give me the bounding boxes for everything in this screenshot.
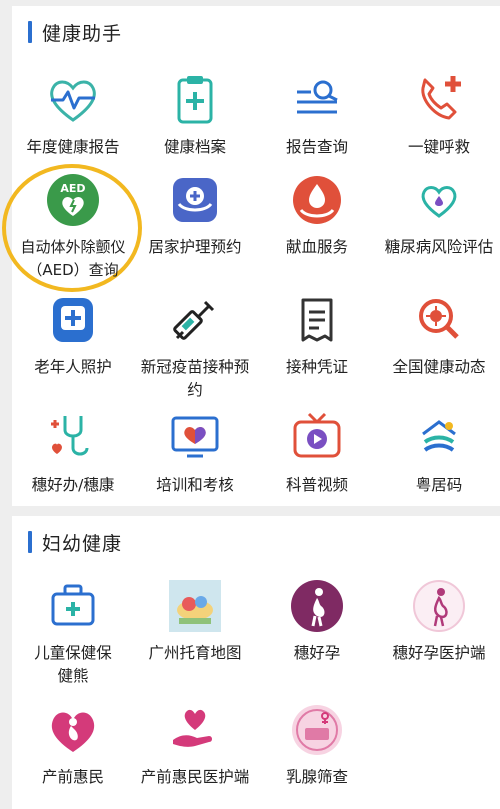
tile-health-record[interactable]: 健康档案 (134, 70, 256, 159)
svg-text:AED: AED (60, 182, 85, 195)
diabetes-heart-icon (421, 186, 457, 218)
tile-breast-screening[interactable]: 乳腺筛查 (256, 700, 378, 789)
tile-home-care-booking[interactable]: 居家护理预约 (134, 170, 256, 259)
tile-label: 糖尿病风险评估 (384, 238, 494, 256)
stethoscope-heart-icon (51, 416, 89, 456)
tile-residence-code[interactable]: 粤居码 (378, 408, 500, 497)
tile-child-care[interactable]: 儿童保健保健熊 (12, 576, 134, 688)
tile-label: 一键呼救 (407, 138, 470, 156)
childcare-map-image-icon (169, 580, 221, 632)
training-heart-screen-icon (171, 416, 219, 458)
tile-label: 老年人照护 (34, 358, 112, 376)
tile-label: 报告查询 (285, 138, 348, 156)
pregnancy-outline-icon (413, 580, 465, 632)
blood-donation-icon (293, 176, 341, 224)
breast-screening-icon (292, 705, 342, 755)
tile-label: 献血服务 (285, 238, 348, 256)
tile-label: 乳腺筛查 (285, 768, 348, 786)
virus-search-icon (419, 299, 459, 339)
tile-label: 科普视频 (285, 476, 348, 494)
prenatal-heart-icon (51, 712, 95, 752)
tile-covid-vaccine-booking[interactable]: 新冠疫苗接种预约 (134, 290, 256, 402)
tile-annual-health-report[interactable]: 年度健康报告 (12, 70, 134, 159)
section-header: 健康助手 (28, 18, 122, 46)
tile-national-health-news[interactable]: 全国健康动态 (378, 290, 500, 379)
tile-prenatal-benefit-medical[interactable]: 产前惠民医护端 (134, 700, 256, 789)
tile-guangzhou-childcare-map[interactable]: 广州托育地图 (134, 576, 256, 665)
tile-science-video[interactable]: 科普视频 (256, 408, 378, 497)
tile-label: 广州托育地图 (148, 644, 242, 662)
emergency-call-icon (421, 76, 461, 120)
tile-label: 自动体外除颤仪（AED）查询 (20, 238, 126, 279)
tile-training-assessment[interactable]: 培训和考核 (134, 408, 256, 497)
tile-report-query[interactable]: 报告查询 (256, 70, 378, 159)
section-title: 妇幼健康 (42, 532, 123, 555)
first-aid-kit-icon (51, 584, 95, 626)
tile-diabetes-risk[interactable]: 糖尿病风险评估 (378, 170, 500, 259)
hand-heart-icon (173, 709, 212, 747)
tile-label: 穗好孕医护端 (392, 644, 486, 662)
report-search-icon (297, 80, 338, 114)
medical-record-icon (177, 76, 213, 124)
tile-label: 健康档案 (163, 138, 226, 156)
tile-elder-care[interactable]: 老年人照护 (12, 290, 134, 379)
tile-emergency-call[interactable]: 一键呼救 (378, 70, 500, 159)
tile-suihaoban-suikang[interactable]: 穗好办/穗康 (12, 408, 134, 497)
tile-suihaoyun[interactable]: 穗好孕 (256, 576, 378, 665)
tile-label: 儿童保健保健熊 (34, 644, 112, 685)
section-accent-bar (28, 21, 32, 43)
tile-label: 年度健康报告 (26, 138, 120, 156)
section-header: 妇幼健康 (28, 528, 122, 556)
tile-label: 居家护理预约 (148, 238, 242, 256)
vaccine-syringe-icon (173, 300, 215, 340)
residence-code-icon (422, 420, 456, 452)
section-title: 健康助手 (42, 22, 123, 45)
tile-prenatal-benefit[interactable]: 产前惠民 (12, 700, 134, 789)
tile-label: 接种凭证 (285, 358, 348, 376)
section-accent-bar (28, 531, 32, 553)
tile-label: 培训和考核 (156, 476, 234, 494)
tile-label: 产前惠民医护端 (140, 768, 250, 786)
elder-care-icon (53, 298, 93, 342)
tile-blood-donation[interactable]: 献血服务 (256, 170, 378, 259)
tile-label: 穗好办/穗康 (31, 476, 115, 494)
tile-label: 产前惠民 (41, 768, 104, 786)
pregnancy-icon (291, 580, 343, 632)
tile-label: 粤居码 (415, 476, 463, 494)
certificate-icon (301, 298, 333, 342)
tile-aed-query[interactable]: AED 自动体外除颤仪（AED）查询 (12, 170, 134, 282)
home-care-icon (173, 178, 217, 222)
tile-label: 穗好孕 (293, 644, 341, 662)
tile-label: 全国健康动态 (392, 358, 486, 376)
aed-icon: AED (47, 174, 99, 226)
video-tv-icon (293, 412, 341, 458)
tile-suihaoyun-medical[interactable]: 穗好孕医护端 (378, 576, 500, 665)
tile-label: 新冠疫苗接种预约 (140, 358, 250, 399)
heartbeat-icon (50, 80, 96, 122)
tile-vaccination-certificate[interactable]: 接种凭证 (256, 290, 378, 379)
